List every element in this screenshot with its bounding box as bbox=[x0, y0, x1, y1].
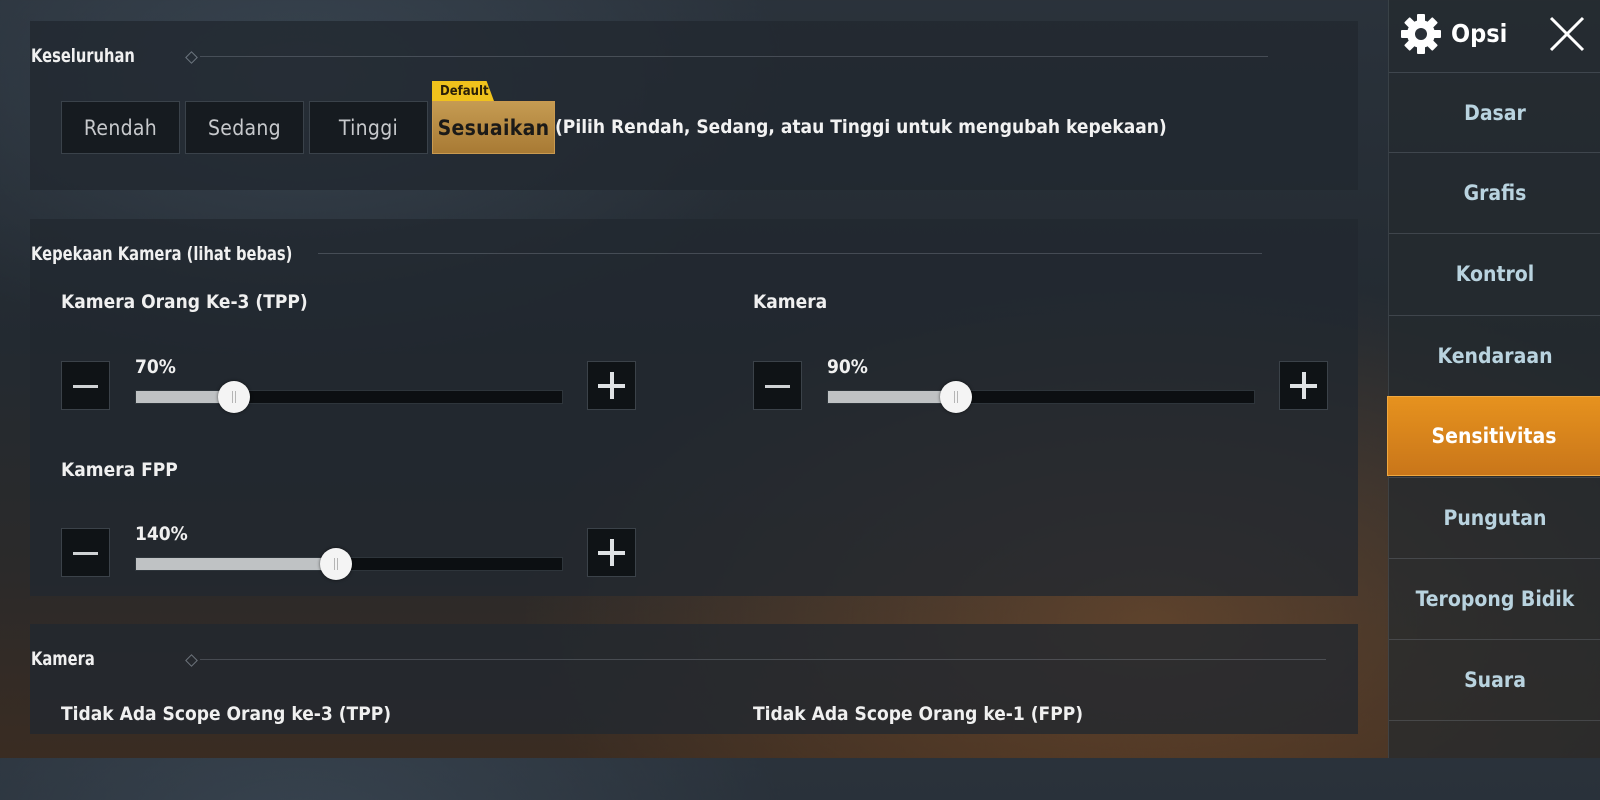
sidebar-title: Opsi bbox=[1451, 19, 1508, 48]
tpp-slider-handle[interactable] bbox=[217, 381, 250, 413]
no-scope-fpp-label: Tidak Ada Scope Orang ke-1 (FPP) bbox=[753, 703, 1084, 725]
sidebar-item-pungutan[interactable]: Pungutan bbox=[1389, 477, 1600, 557]
sidebar-item-kendaraan[interactable]: Kendaraan bbox=[1389, 315, 1600, 395]
camera-decrease-button[interactable] bbox=[753, 361, 802, 410]
fpp-camera-label: Kamera FPP bbox=[61, 459, 178, 481]
sidebar-item-teropong-bidik[interactable]: Teropong Bidik bbox=[1389, 558, 1600, 638]
fpp-value: 140% bbox=[135, 523, 188, 545]
no-scope-tpp-label: Tidak Ada Scope Orang ke-3 (TPP) bbox=[61, 703, 392, 725]
sidebar-item-suara[interactable]: Suara bbox=[1389, 639, 1600, 719]
camera-sensitivity-title: Kepekaan Kamera (lihat bebas) bbox=[31, 243, 293, 265]
camera-slider[interactable] bbox=[827, 381, 1255, 413]
fpp-increase-button[interactable] bbox=[587, 528, 636, 577]
sidebar-item-sensitivitas[interactable]: Sensitivitas bbox=[1387, 396, 1600, 476]
camera-increase-button[interactable] bbox=[1279, 361, 1328, 410]
sidebar-item-kontrol[interactable]: Kontrol bbox=[1389, 233, 1600, 313]
default-badge: Default bbox=[432, 81, 494, 101]
tpp-value: 70% bbox=[135, 356, 176, 378]
title-divider bbox=[200, 56, 1268, 57]
sidebar-item-dasar[interactable]: Dasar bbox=[1389, 72, 1600, 152]
preset-custom-button[interactable]: Sesuaikan bbox=[432, 101, 555, 154]
sidebar-item-grafis[interactable]: Grafis bbox=[1389, 152, 1600, 232]
tpp-slider[interactable] bbox=[135, 381, 563, 413]
sidebar-item-next[interactable] bbox=[1389, 720, 1600, 800]
preset-hint: (Pilih Rendah, Sedang, atau Tinggi untuk… bbox=[555, 116, 1167, 138]
camera-value: 90% bbox=[827, 356, 868, 378]
camera-label: Kamera bbox=[753, 291, 828, 313]
preset-high-button[interactable]: Tinggi bbox=[309, 101, 428, 154]
close-icon[interactable] bbox=[1547, 14, 1587, 54]
camera-slider-fill bbox=[828, 391, 956, 403]
gear-icon bbox=[1401, 14, 1441, 54]
tpp-camera-label: Kamera Orang Ke-3 (TPP) bbox=[61, 291, 308, 313]
fpp-decrease-button[interactable] bbox=[61, 528, 110, 577]
sidebar-header: Opsi bbox=[1389, 0, 1600, 66]
fpp-slider-fill bbox=[136, 558, 337, 570]
title-divider bbox=[200, 659, 1326, 660]
tpp-increase-button[interactable] bbox=[587, 361, 636, 410]
camera-section-title: Kamera bbox=[31, 648, 95, 670]
tpp-decrease-button[interactable] bbox=[61, 361, 110, 410]
preset-medium-button[interactable]: Sedang bbox=[185, 101, 304, 154]
fpp-slider-handle[interactable] bbox=[320, 548, 353, 580]
overall-title: Keseluruhan bbox=[31, 45, 135, 67]
settings-sidebar: Opsi Dasar Grafis Kontrol Kendaraan Sens… bbox=[1387, 0, 1600, 758]
camera-slider-handle[interactable] bbox=[939, 381, 972, 413]
preset-low-button[interactable]: Rendah bbox=[61, 101, 180, 154]
title-divider bbox=[318, 253, 1262, 254]
fpp-slider[interactable] bbox=[135, 548, 563, 580]
